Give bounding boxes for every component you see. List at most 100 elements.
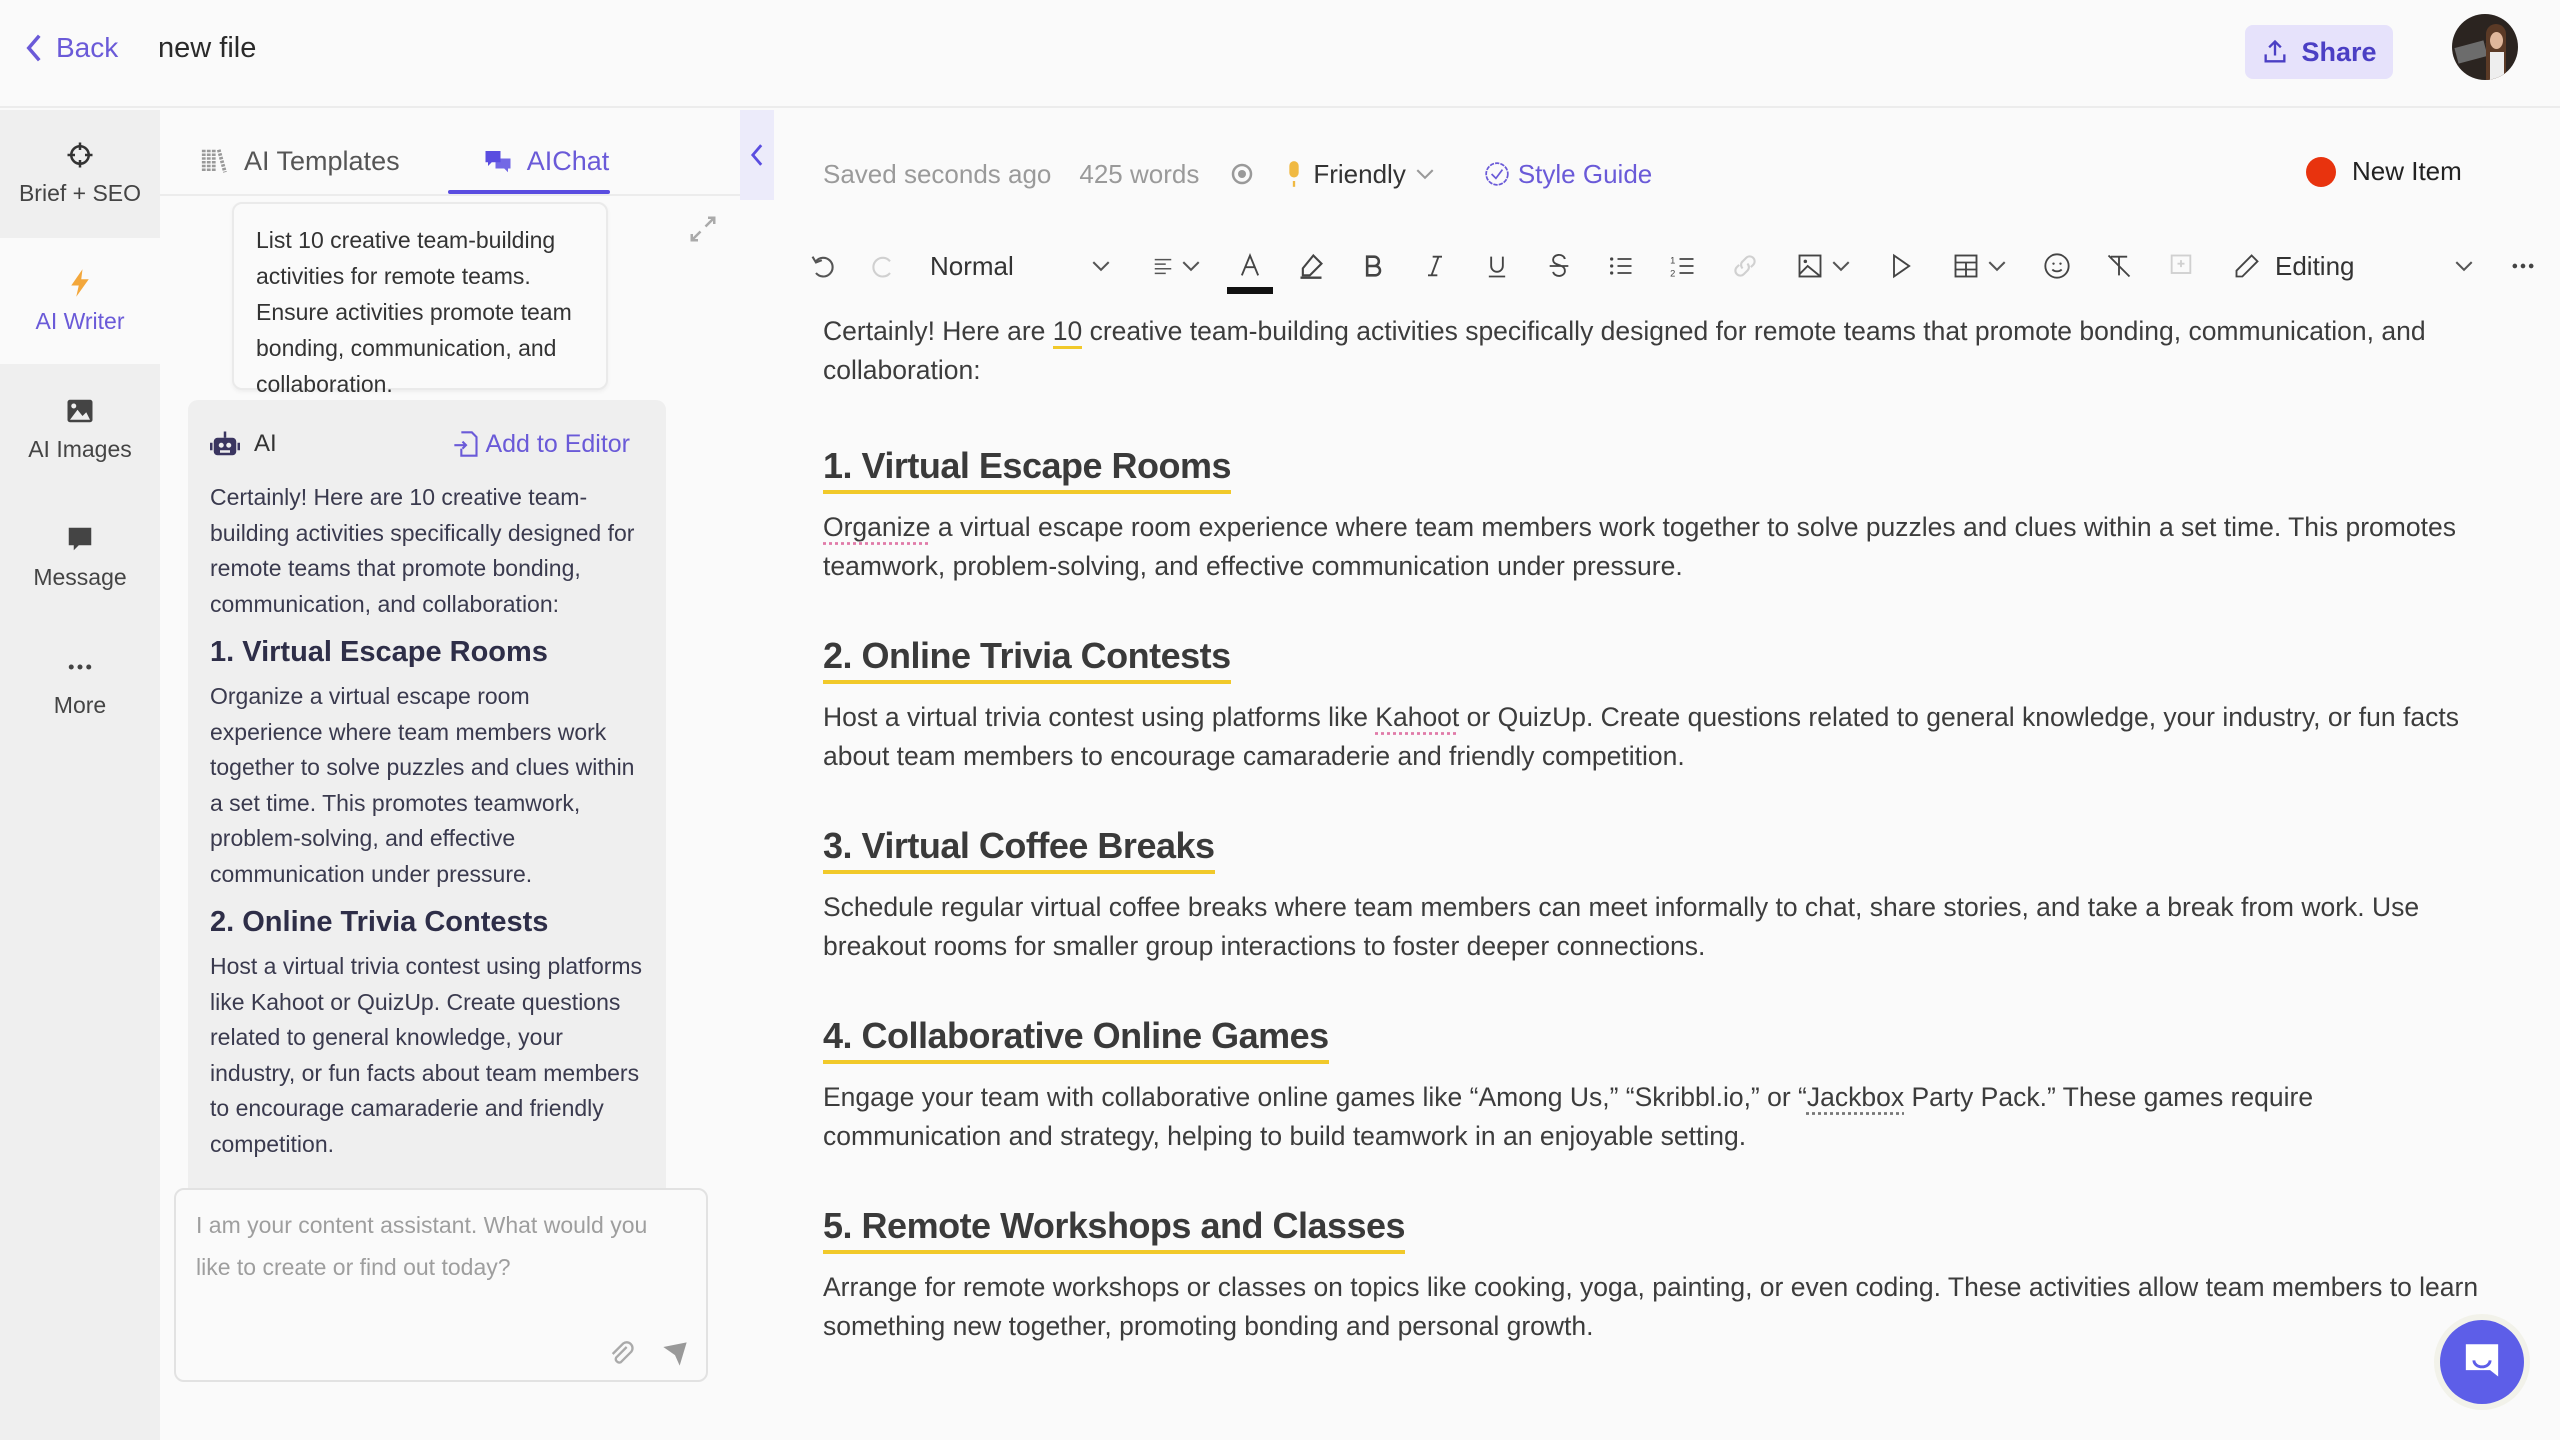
paperclip-icon[interactable] [608, 1340, 636, 1368]
more-options-button[interactable] [2505, 244, 2541, 288]
tab-ai-chat[interactable]: AIChat [462, 130, 630, 192]
numbered-list-button[interactable]: 12 [1665, 244, 1701, 288]
undo-button[interactable] [805, 244, 841, 288]
section-body: Arrange for remote workshops or classes … [823, 1272, 2479, 1341]
section-heading: 2. Online Trivia Contests [823, 634, 1231, 684]
eye-icon[interactable] [1227, 162, 1257, 186]
microphone-icon [1289, 161, 1300, 187]
bullet-list-icon [1610, 257, 1632, 275]
pencil-icon [2235, 254, 2259, 278]
video-button[interactable] [1883, 244, 1919, 288]
underline-icon [1488, 256, 1506, 278]
section-body: Organize a virtual escape room experienc… [823, 512, 2456, 581]
numbered-list-icon: 12 [1670, 256, 1694, 279]
undo-icon [811, 256, 834, 278]
chevron-left-icon [26, 34, 41, 62]
chat-smile-icon [2465, 1344, 2499, 1377]
templates-icon [201, 149, 227, 173]
spelling-flag[interactable]: Jackbox [1807, 1082, 1904, 1112]
text-color-icon [1240, 253, 1260, 276]
emoji-button[interactable] [2039, 244, 2075, 288]
section-heading: 4. Collaborative Online Games [823, 1014, 1329, 1064]
chevron-down-icon [2455, 261, 2473, 272]
italic-icon [1428, 255, 1442, 277]
strikethrough-button[interactable] [1541, 244, 1577, 288]
style-guide-button[interactable]: Style Guide [1484, 159, 1652, 190]
mode-dropdown[interactable]: Editing [2233, 244, 2473, 288]
ai-response-message: AI Add to Editor Certainly! Here are 10 … [188, 400, 666, 1200]
back-label: Back [56, 32, 119, 63]
text-color-swatch [1227, 287, 1273, 294]
comment-button[interactable] [2163, 244, 2199, 288]
align-dropdown[interactable] [1141, 244, 1211, 288]
back-button[interactable]: Back [24, 32, 118, 64]
heading-text: Online Trivia Contests [242, 906, 549, 938]
redo-button[interactable] [865, 244, 901, 288]
clear-format-button[interactable] [2101, 244, 2137, 288]
smiley-icon [2044, 253, 2070, 279]
section-body: Host a virtual trivia contest using plat… [823, 702, 2459, 771]
section-heading: 1. Virtual Escape Rooms [823, 444, 1232, 494]
expand-icon[interactable] [688, 214, 718, 244]
table-icon [1954, 254, 1978, 278]
sidebar-item-message[interactable]: Message [0, 494, 160, 620]
sidebar-item-brief-seo[interactable]: Brief + SEO [0, 110, 160, 236]
user-avatar[interactable] [2452, 14, 2518, 80]
ai-sender-label: AI [254, 430, 277, 457]
chevron-down-icon [1092, 261, 1110, 272]
share-button[interactable]: Share [2245, 25, 2393, 79]
bullet-list-button[interactable] [1603, 244, 1639, 288]
comment-icon [2170, 254, 2192, 274]
intro-text: Certainly! Here are [823, 316, 1053, 346]
collapse-panel-button[interactable] [740, 110, 774, 200]
status-dot [2306, 156, 2336, 187]
ai-section-body: Host a virtual trivia contest using plat… [210, 953, 643, 1157]
document-editor[interactable]: Certainly! Here are 10 creative team-bui… [823, 312, 2493, 1394]
intro-paragraph: Certainly! Here are 10 creative team-bui… [823, 312, 2493, 390]
message-icon [68, 527, 92, 550]
underline-button[interactable] [1479, 244, 1515, 288]
table-dropdown[interactable] [1943, 244, 2015, 288]
document-status-bar: Saved seconds ago 425 words Friendly Sty… [823, 156, 1652, 192]
sidebar-item-more[interactable]: More [0, 622, 160, 748]
new-item-status[interactable]: New Item [2306, 156, 2462, 187]
sidebar-label: More [53, 691, 107, 718]
prompt-text: List 10 creative team-building activitie… [256, 227, 572, 397]
tab-ai-templates[interactable]: AI Templates [200, 130, 400, 192]
tone-dropdown[interactable]: Friendly [1285, 158, 1434, 190]
ai-intro-text: Certainly! Here are 10 creative team-bui… [210, 484, 635, 617]
chevron-down-icon [1416, 169, 1434, 180]
italic-button[interactable] [1417, 244, 1453, 288]
editor-toolbar: Normal 12 Editing [805, 244, 2534, 294]
text-color-button[interactable] [1227, 244, 1273, 294]
sidebar-item-ai-images[interactable]: AI Images [0, 366, 160, 492]
section-heading: 3. Virtual Coffee Breaks [823, 824, 1215, 874]
send-icon[interactable] [660, 1340, 690, 1368]
add-to-editor-button[interactable]: Add to Editor [453, 430, 630, 459]
support-chat-launcher[interactable] [2440, 1320, 2524, 1404]
file-title[interactable]: new file [158, 32, 256, 65]
sidebar-item-ai-writer[interactable]: AI Writer [0, 238, 160, 364]
chat-bubbles-icon [485, 151, 511, 173]
chevron-down-icon [1988, 261, 2006, 272]
link-button[interactable] [1727, 244, 1763, 288]
bold-button[interactable] [1355, 244, 1391, 288]
spelling-flag[interactable]: Kahoot [1375, 702, 1459, 732]
highlighter-icon [1300, 253, 1323, 279]
flagged-number[interactable]: 10 [1052, 316, 1083, 349]
chevron-down-icon [1832, 261, 1850, 272]
block-style-value: Normal [930, 250, 1014, 281]
share-label: Share [2301, 36, 2377, 67]
spelling-flag[interactable]: Organize [823, 512, 931, 542]
more-horizontal-icon [2512, 263, 2534, 269]
image-dropdown[interactable] [1787, 244, 1859, 288]
new-item-label: New Item [2352, 156, 2462, 186]
sidebar-label: Message [33, 563, 127, 590]
active-tab-indicator [448, 190, 610, 194]
sidebar-label: AI Writer [35, 307, 125, 334]
document-section: 5. Remote Workshops and Classes Arrange … [823, 1204, 2493, 1346]
sidebar-label: Brief + SEO [18, 179, 142, 206]
highlight-button[interactable] [1293, 244, 1329, 288]
tone-value: Friendly [1313, 158, 1406, 189]
block-style-select[interactable]: Normal [930, 244, 1110, 288]
